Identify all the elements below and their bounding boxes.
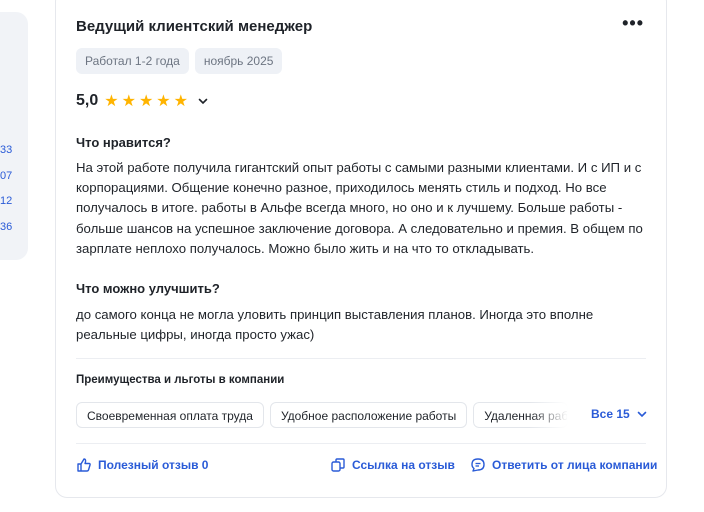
sidebar-number: 36 [0, 220, 13, 233]
benefits-list: Своевременная оплата труда Удобное распо… [76, 402, 569, 428]
likes-heading: Что нравится? [76, 135, 171, 150]
review-title: Ведущий клиентский менеджер [76, 18, 313, 35]
date-tag: ноябрь 2025 [194, 48, 283, 74]
copy-link-icon [331, 458, 345, 472]
chevron-down-icon[interactable] [197, 95, 209, 107]
link-button[interactable]: Ссылка на отзыв [330, 457, 455, 473]
likes-text: На этой работе получила гигантский опыт … [76, 160, 643, 256]
sidebar-number: 33 [0, 144, 13, 156]
benefits-all-button[interactable]: Все 15 [591, 407, 648, 421]
review-tags: Работал 1-2 года ноябрь 2025 [76, 48, 283, 74]
link-label: Ссылка на отзыв [352, 458, 455, 472]
benefit-chip: Своевременная оплата труда [76, 402, 264, 428]
rating-value: 5,0 [76, 92, 99, 109]
benefit-chip: Удобное расположение работы [269, 402, 468, 428]
reply-button[interactable]: Ответить от лица компании [470, 457, 657, 473]
review-card: Ведущий клиентский менеджер ••• Работал … [55, 0, 667, 498]
sidebar-number: 07 [0, 169, 13, 182]
benefits-all-label: Все 15 [591, 407, 630, 421]
chat-icon [471, 458, 485, 472]
thumbs-up-icon [77, 458, 91, 472]
sidebar-numbers: 33 07 12 36 [0, 143, 12, 245]
sidebar-number: 12 [0, 195, 13, 207]
chevron-down-icon [637, 411, 647, 418]
helpful-label: Полезный отзыв 0 [98, 458, 209, 472]
benefit-chip: Удаленная работа [473, 402, 569, 428]
star-icons: ★★★★★ [104, 93, 191, 110]
divider [76, 443, 646, 444]
experience-tag: Работал 1-2 года [76, 48, 189, 74]
benefits-title: Преимущества и льготы в компании [76, 374, 285, 386]
more-options-icon[interactable]: ••• [622, 13, 644, 34]
reply-label: Ответить от лица компании [492, 458, 658, 472]
divider [76, 358, 646, 359]
rating[interactable]: 5,0 ★★★★★ [76, 91, 209, 111]
improve-heading: Что можно улучшить? [76, 281, 220, 296]
improve-text: до самого конца не могла уловить принцип… [76, 307, 594, 343]
helpful-button[interactable]: Полезный отзыв 0 [76, 457, 208, 473]
